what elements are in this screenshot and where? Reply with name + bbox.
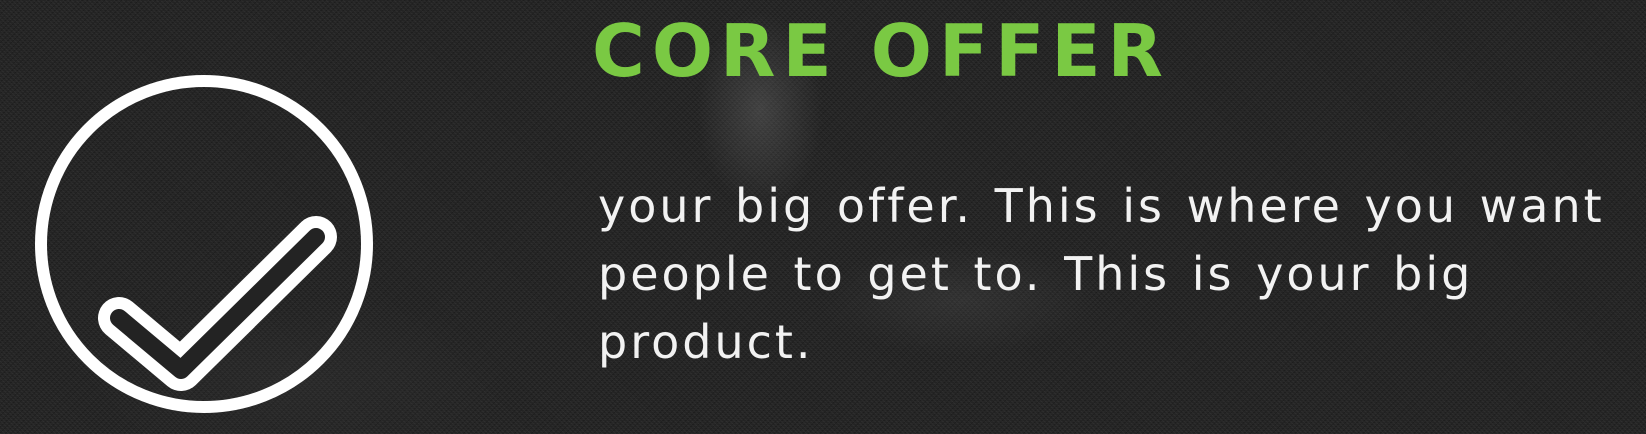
section-title: CORE OFFER bbox=[592, 9, 1170, 93]
section-description: your big offer. This is where you want p… bbox=[598, 179, 1605, 369]
checkmark-circle-icon bbox=[24, 64, 384, 424]
core-offer-panel: CORE OFFER your big offer. This is where… bbox=[0, 0, 1646, 434]
